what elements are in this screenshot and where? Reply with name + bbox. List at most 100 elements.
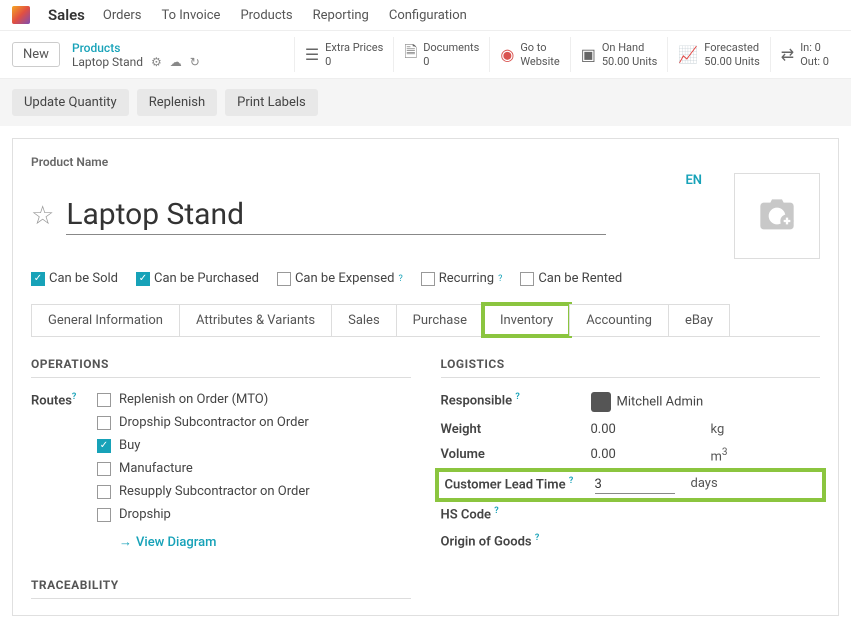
- volume-value[interactable]: 0.00: [591, 447, 616, 462]
- route-manufacture[interactable]: Manufacture: [97, 461, 310, 476]
- stat-goto-website[interactable]: ◉ Go toWebsite: [489, 37, 569, 72]
- stat-in: In: 0: [800, 41, 829, 54]
- undo-icon[interactable]: ↻: [190, 55, 200, 69]
- volume-unit: m3: [711, 447, 728, 464]
- responsible-value[interactable]: Mitchell Admin: [617, 394, 704, 409]
- tab-attributes-variants[interactable]: Attributes & Variants: [179, 304, 332, 336]
- checkbox-icon: ✓: [97, 439, 111, 453]
- favorite-star-icon[interactable]: ☆: [31, 201, 54, 231]
- route-label: Manufacture: [119, 461, 193, 476]
- weight-unit: kg: [711, 422, 725, 437]
- check-can-be-purchased[interactable]: ✓Can be Purchased: [136, 271, 259, 286]
- menu-products[interactable]: Products: [240, 8, 292, 23]
- stat-documents[interactable]: 🗎 Documents0: [393, 37, 489, 72]
- customer-lead-time-input[interactable]: [595, 476, 675, 494]
- tab-ebay[interactable]: eBay: [668, 304, 730, 336]
- menu-reporting[interactable]: Reporting: [313, 8, 369, 23]
- checkbox-icon: [277, 272, 291, 286]
- customer-lead-time-unit: days: [691, 476, 718, 491]
- stat-on-hand[interactable]: ▣ On Hand50.00 Units: [570, 37, 668, 72]
- route-dropship-subcontractor[interactable]: Dropship Subcontractor on Order: [97, 415, 310, 430]
- check-recurring[interactable]: Recurring?: [421, 271, 503, 286]
- route-dropship[interactable]: Dropship: [97, 507, 310, 522]
- help-icon[interactable]: ?: [515, 392, 519, 402]
- hs-code-label: HS Code: [441, 508, 492, 523]
- route-label: Replenish on Order (MTO): [119, 392, 268, 407]
- language-badge[interactable]: EN: [685, 173, 702, 188]
- help-icon[interactable]: ?: [569, 476, 573, 486]
- check-label: Can be Rented: [538, 271, 622, 286]
- help-icon[interactable]: ?: [494, 506, 498, 516]
- checkbox-icon: [520, 272, 534, 286]
- stat-label: On Hand: [602, 41, 658, 54]
- route-resupply-subcontractor[interactable]: Resupply Subcontractor on Order: [97, 484, 310, 499]
- gear-icon[interactable]: ⚙: [151, 55, 162, 69]
- checkbox-icon: ✓: [31, 272, 45, 286]
- replenish-button[interactable]: Replenish: [137, 89, 217, 116]
- checkbox-icon: [97, 508, 111, 522]
- globe-icon: ◉: [500, 45, 514, 64]
- stat-value: 0: [423, 55, 479, 68]
- boxes-icon: ▣: [581, 45, 596, 64]
- route-replenish-on-order[interactable]: Replenish on Order (MTO): [97, 392, 310, 407]
- section-traceability: TRACEABILITY: [31, 578, 411, 599]
- check-label: Can be Purchased: [154, 271, 259, 286]
- help-icon[interactable]: ?: [72, 392, 76, 402]
- check-can-be-sold[interactable]: ✓Can be Sold: [31, 271, 118, 286]
- check-can-be-rented[interactable]: Can be Rented: [520, 271, 622, 286]
- tab-accounting[interactable]: Accounting: [569, 304, 669, 336]
- section-operations: OPERATIONS: [31, 357, 411, 378]
- check-label: Can be Expensed: [295, 271, 395, 286]
- tab-sales[interactable]: Sales: [331, 304, 397, 336]
- stat-out: Out: 0: [800, 55, 829, 68]
- stat-value: 50.00 Units: [704, 55, 760, 68]
- route-label: Dropship Subcontractor on Order: [119, 415, 309, 430]
- view-diagram-link[interactable]: → View Diagram: [119, 534, 310, 550]
- stat-label: Forecasted: [704, 41, 760, 54]
- check-can-be-expensed[interactable]: Can be Expensed?: [277, 271, 403, 286]
- product-name-input[interactable]: Laptop Stand: [66, 197, 606, 235]
- breadcrumb: Products Laptop Stand ⚙ ☁ ↻: [72, 41, 200, 69]
- stat-forecasted[interactable]: 📈 Forecasted50.00 Units: [667, 37, 769, 72]
- menu-orders[interactable]: Orders: [103, 8, 142, 23]
- product-image-placeholder[interactable]: [734, 173, 820, 259]
- tab-general-information[interactable]: General Information: [31, 304, 180, 336]
- stat-value: 50.00 Units: [602, 55, 658, 68]
- menu-to-invoice[interactable]: To Invoice: [161, 8, 220, 23]
- breadcrumb-root[interactable]: Products: [72, 41, 200, 55]
- document-icon: 🗎: [404, 41, 417, 68]
- list-icon: ☰: [305, 45, 319, 64]
- weight-value[interactable]: 0.00: [591, 422, 616, 437]
- tab-inventory[interactable]: Inventory: [483, 304, 570, 336]
- link-label: View Diagram: [136, 535, 216, 550]
- new-button[interactable]: New: [12, 42, 60, 67]
- update-quantity-button[interactable]: Update Quantity: [12, 89, 129, 116]
- avatar: [591, 392, 611, 412]
- app-brand[interactable]: Sales: [48, 6, 85, 24]
- weight-label: Weight: [441, 422, 591, 437]
- app-logo: [12, 6, 30, 24]
- breadcrumb-leaf: Laptop Stand: [72, 55, 143, 69]
- stat-extra-prices[interactable]: ☰ Extra Prices0: [294, 37, 394, 72]
- check-label: Recurring: [439, 271, 494, 286]
- help-icon[interactable]: ?: [498, 274, 502, 284]
- route-label: Dropship: [119, 507, 171, 522]
- print-labels-button[interactable]: Print Labels: [225, 89, 318, 116]
- help-icon[interactable]: ?: [535, 533, 539, 543]
- stat-value: 0: [325, 55, 383, 68]
- stat-label: Extra Prices: [325, 41, 383, 54]
- checkbox-icon: [97, 416, 111, 430]
- responsible-label: Responsible: [441, 393, 513, 408]
- tab-purchase[interactable]: Purchase: [396, 304, 484, 336]
- stat-in-out[interactable]: ⇄ In: 0Out: 0: [770, 37, 839, 72]
- volume-label: Volume: [441, 447, 591, 462]
- help-icon[interactable]: ?: [398, 274, 402, 284]
- cloud-upload-icon[interactable]: ☁: [170, 55, 182, 69]
- route-buy[interactable]: ✓ Buy: [97, 438, 310, 453]
- menu-configuration[interactable]: Configuration: [389, 8, 467, 23]
- camera-plus-icon: [754, 196, 800, 236]
- checkbox-icon: [97, 462, 111, 476]
- route-label: Buy: [119, 438, 140, 453]
- arrow-right-icon: →: [119, 534, 132, 550]
- top-menu: Orders To Invoice Products Reporting Con…: [103, 8, 467, 23]
